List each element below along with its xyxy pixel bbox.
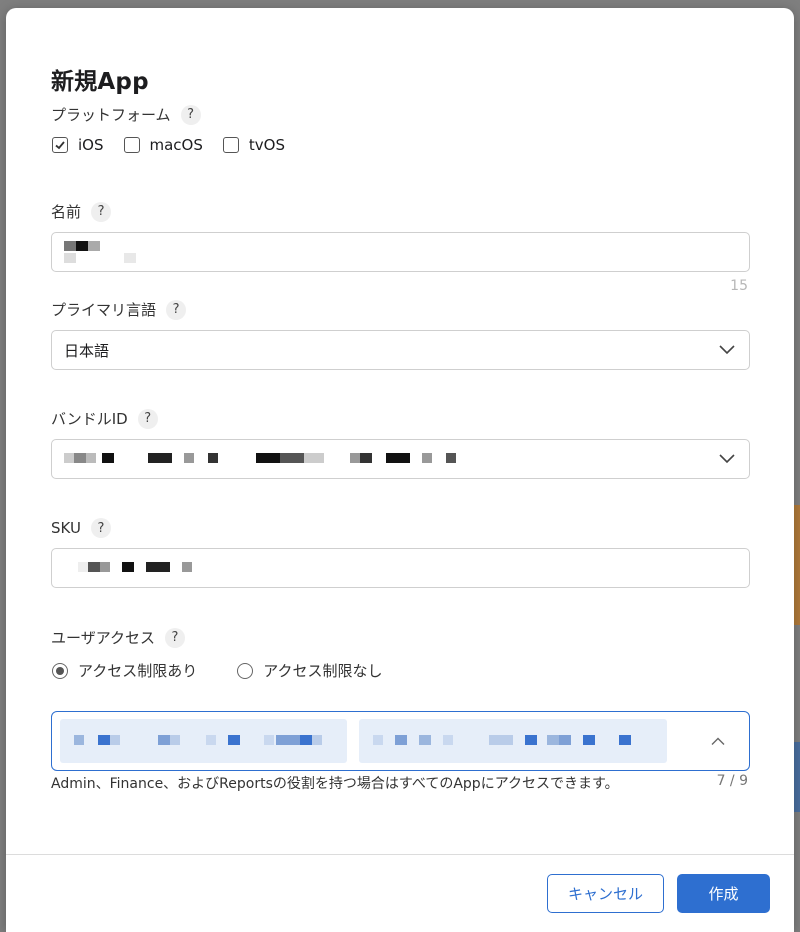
name-help-icon[interactable]: ? <box>91 201 112 222</box>
name-char-counter: 15 <box>730 278 748 294</box>
sku-help-icon[interactable]: ? <box>90 518 111 538</box>
background-accent-blue <box>794 742 800 812</box>
user-chip-redacted <box>72 735 332 747</box>
user-multiselect[interactable] <box>51 711 750 771</box>
chevron-down-icon <box>719 454 735 464</box>
tvos-label: tvOS <box>248 136 285 154</box>
user-chip[interactable] <box>60 719 347 763</box>
sku-input[interactable] <box>51 548 750 588</box>
macos-checkbox[interactable] <box>123 137 140 153</box>
name-redacted-value <box>64 239 144 265</box>
platform-label-row: プラットフォーム ? <box>51 104 201 125</box>
access-unrestricted-label: アクセス制限なし <box>263 662 383 680</box>
user-access-help-icon[interactable]: ? <box>164 627 185 648</box>
platform-checkboxes: iOS macOS tvOS <box>52 136 305 154</box>
primary-language-help-icon[interactable]: ? <box>166 299 187 320</box>
user-access-label: ユーザアクセス <box>51 629 155 647</box>
primary-language-select[interactable]: 日本語 <box>51 330 750 370</box>
name-label-row: 名前 ? <box>51 201 112 222</box>
sku-redacted-value <box>64 562 204 574</box>
name-input[interactable] <box>51 232 750 272</box>
bundle-id-select[interactable] <box>51 439 750 479</box>
platform-help-icon[interactable]: ? <box>180 104 201 125</box>
new-app-dialog: 新規App プラットフォーム ? iOS macOS tvOS 名前 ? 15 … <box>6 8 794 932</box>
ios-label: iOS <box>78 136 104 154</box>
footer-divider <box>6 854 794 855</box>
name-label: 名前 <box>51 203 82 221</box>
sku-label-row: SKU ? <box>51 518 111 538</box>
access-restricted-label: アクセス制限あり <box>78 662 198 680</box>
primary-language-value: 日本語 <box>64 341 110 360</box>
platform-option-macos[interactable]: macOS <box>123 136 203 154</box>
access-unrestricted-option[interactable]: アクセス制限なし <box>237 660 383 681</box>
access-restricted-radio[interactable] <box>52 662 68 679</box>
primary-language-label-row: プライマリ言語 ? <box>51 299 187 320</box>
user-access-radios: アクセス制限あり アクセス制限なし <box>52 660 423 681</box>
sku-label: SKU <box>51 519 81 537</box>
tvos-checkbox[interactable] <box>222 137 239 153</box>
platform-option-ios[interactable]: iOS <box>52 136 104 154</box>
user-access-label-row: ユーザアクセス ? <box>51 627 185 648</box>
bundle-id-redacted-value <box>64 453 484 465</box>
platform-option-tvos[interactable]: tvOS <box>222 136 285 154</box>
ios-checkbox[interactable] <box>52 137 68 153</box>
access-unrestricted-radio[interactable] <box>237 662 254 679</box>
bundle-id-help-icon[interactable]: ? <box>137 408 158 429</box>
selected-count: 7 / 9 <box>716 773 748 789</box>
cancel-button[interactable]: キャンセル <box>547 874 664 913</box>
macos-label: macOS <box>149 136 203 154</box>
checkmark-icon <box>55 141 65 150</box>
chevron-up-icon[interactable] <box>711 737 725 746</box>
user-chip[interactable] <box>359 719 667 763</box>
access-restricted-option[interactable]: アクセス制限あり <box>52 660 197 681</box>
platform-label: プラットフォーム <box>51 106 171 124</box>
dialog-title: 新規App <box>51 69 149 95</box>
primary-language-label: プライマリ言語 <box>51 301 157 319</box>
chevron-down-icon <box>719 345 735 355</box>
bundle-id-label: バンドルID <box>51 410 128 428</box>
access-note: Admin、Finance、およびReportsの役割を持つ場合はすべてのApp… <box>51 776 619 792</box>
background-accent-orange <box>794 505 800 625</box>
create-button[interactable]: 作成 <box>677 874 770 913</box>
bundle-id-label-row: バンドルID ? <box>51 408 158 429</box>
user-chip-redacted <box>371 735 651 747</box>
